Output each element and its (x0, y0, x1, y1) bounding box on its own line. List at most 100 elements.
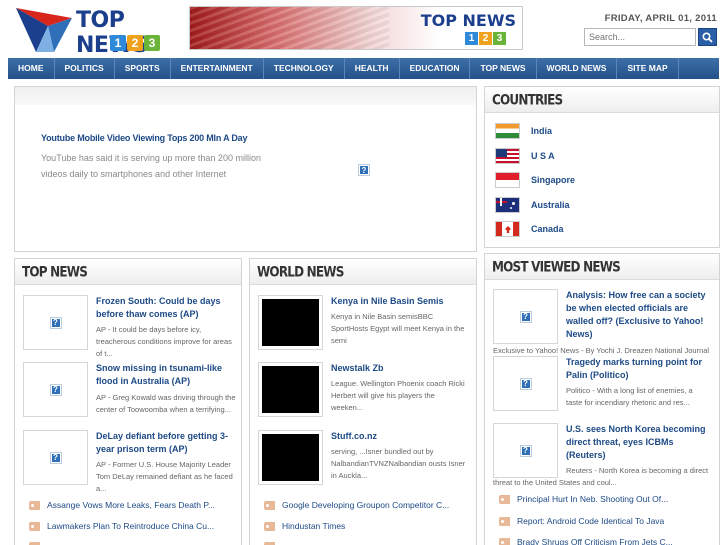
banner-digits: 1 2 3 (465, 32, 506, 45)
logo-digit: 2 (127, 35, 143, 51)
nav-education[interactable]: EDUCATION (400, 58, 471, 79)
story-thumbnail[interactable]: ? (23, 430, 88, 485)
story-title[interactable]: Stuff.co.nz (331, 430, 471, 443)
top-news-panel: TOP NEWS ? Frozen South: Could be days b… (14, 258, 242, 545)
country-australia[interactable]: Australia (495, 197, 570, 213)
story-desc: serving, ...Isner bundled out by Nalband… (331, 447, 466, 480)
news-link[interactable]: Principal Hurt In Neb. Shooting Out Of..… (499, 494, 668, 504)
story-desc: Reuters - North Korea is becoming a dire… (493, 466, 709, 487)
most-viewed-panel: MOST VIEWED NEWS ? Analysis: How free ca… (484, 253, 720, 545)
header-banner[interactable]: TOP NEWS 1 2 3 (189, 6, 523, 50)
news-link-text: Assange Vows More Leaks, Fears Death P..… (47, 500, 216, 510)
nav-home[interactable]: HOME (8, 58, 55, 79)
most-viewed-title: MOST VIEWED NEWS (492, 258, 621, 276)
news-link-text: Google Developing Groupon Competitor C..… (282, 500, 450, 510)
tag-icon (264, 521, 275, 531)
story-thumbnail[interactable] (258, 362, 323, 417)
news-link[interactable]: Google Developing Groupon Competitor C..… (264, 500, 449, 510)
current-date: FRIDAY, APRIL 01, 2011 (604, 13, 717, 24)
tag-icon (499, 516, 510, 526)
country-singapore[interactable]: Singapore (495, 172, 575, 188)
story-title[interactable]: DeLay defiant before getting 3-year pris… (96, 430, 236, 456)
placeholder-image-icon: ? (519, 310, 532, 323)
country-label: Canada (531, 224, 564, 234)
banner-digit: 2 (479, 32, 492, 45)
search-button[interactable] (698, 28, 717, 46)
country-india[interactable]: India (495, 123, 552, 139)
story-thumbnail[interactable] (258, 295, 323, 350)
placeholder-image-icon[interactable]: ? (358, 164, 370, 176)
banner-title: TOP NEWS (420, 11, 516, 30)
world-news-title: WORLD NEWS (257, 263, 344, 281)
story-title[interactable]: Snow missing in tsunami-like flood in Au… (96, 362, 236, 388)
logo-digits: 1 2 3 (110, 35, 160, 51)
news-link[interactable]: Report: Android Code Identical To Java (499, 516, 664, 526)
featured-story-text: YouTube has said it is serving up more t… (41, 153, 261, 179)
featured-story-title[interactable]: Youtube Mobile Video Viewing Tops 200 Ml… (41, 133, 248, 143)
main-nav: HOME POLITICS SPORTS ENTERTAINMENT TECHN… (8, 58, 719, 79)
country-canada[interactable]: Canada (495, 221, 564, 237)
news-link-text: Hindustan Times (282, 521, 346, 531)
tag-icon (499, 494, 510, 504)
india-flag-icon (495, 123, 520, 139)
placeholder-image-icon: ? (49, 383, 62, 396)
country-label: Singapore (531, 175, 576, 185)
banner-digit: 1 (465, 32, 478, 45)
news-link[interactable]: Brady Shrugs Off Criticism From Jets C..… (499, 537, 673, 545)
most-viewed-header: MOST VIEWED NEWS (485, 254, 719, 280)
nav-sports[interactable]: SPORTS (115, 58, 171, 79)
news-link[interactable]: Assange Vows More Leaks, Fears Death P..… (29, 500, 215, 510)
thumbnail-image (262, 366, 319, 413)
nav-site-map[interactable]: SITE MAP (617, 58, 679, 79)
banner-digit: 3 (493, 32, 506, 45)
story-thumbnail[interactable]: ? (493, 289, 558, 344)
story-desc: Politico - With a long list of enemies, … (566, 386, 693, 407)
tag-icon (499, 537, 510, 545)
story-desc: AP - Greg Kowald was driving through the… (96, 393, 236, 414)
countries-panel: COUNTRIES India U S A Singapore Australi… (484, 86, 720, 248)
story-title[interactable]: Analysis: How free can a society be when… (566, 289, 711, 341)
country-label: U S A (531, 151, 555, 161)
placeholder-image-icon: ? (519, 444, 532, 457)
story-desc: AP - It could be days before icy, treach… (96, 325, 232, 358)
feature-header-strip (15, 87, 476, 105)
tag-icon (29, 521, 40, 531)
country-label: Australia (531, 200, 570, 210)
nav-health[interactable]: HEALTH (345, 58, 400, 79)
tag-icon (29, 500, 40, 510)
story-thumbnail[interactable] (258, 430, 323, 485)
news-link-text: Principal Hurt In Neb. Shooting Out Of..… (517, 494, 669, 504)
news-link-text: Brady Shrugs Off Criticism From Jets C..… (517, 537, 673, 545)
story-thumbnail[interactable]: ? (493, 356, 558, 411)
story-title[interactable]: Newstalk Zb (331, 362, 471, 375)
country-usa[interactable]: U S A (495, 148, 555, 164)
logo-digit: 3 (144, 35, 160, 51)
site-logo[interactable]: TOP NEWS 1 2 3 (14, 4, 164, 58)
nav-politics[interactable]: POLITICS (55, 58, 115, 79)
story-title[interactable]: U.S. sees North Korea becoming direct th… (566, 423, 711, 462)
story-title[interactable]: Frozen South: Could be days before thaw … (96, 295, 236, 321)
nav-entertainment[interactable]: ENTERTAINMENT (171, 58, 264, 79)
nav-top-news[interactable]: TOP NEWS (470, 58, 537, 79)
placeholder-image-icon: ? (49, 451, 62, 464)
story-desc: League. Wellington Phoenix coach Ricki H… (331, 379, 465, 412)
news-link-text: Report: Android Code Identical To Java (517, 516, 665, 526)
news-link[interactable]: Lawmakers Plan To Reintroduce China Cu..… (29, 521, 214, 531)
search-input[interactable] (584, 28, 696, 46)
story-desc: AP - Former U.S. House Majority Leader T… (96, 460, 233, 493)
nav-world-news[interactable]: WORLD NEWS (537, 58, 618, 79)
featured-story: Youtube Mobile Video Viewing Tops 200 Ml… (14, 86, 477, 252)
tag-icon (264, 500, 275, 510)
search-icon (702, 31, 713, 43)
story-thumbnail[interactable]: ? (23, 362, 88, 417)
news-link[interactable]: Hindustan Times (264, 521, 345, 531)
story-thumbnail[interactable]: ? (23, 295, 88, 350)
placeholder-image-icon: ? (519, 377, 532, 390)
logo-digit: 1 (110, 35, 126, 51)
nav-technology[interactable]: TECHNOLOGY (264, 58, 345, 79)
placeholder-image-icon: ? (49, 316, 62, 329)
story-title[interactable]: Tragedy marks turning point for Palin (P… (566, 356, 711, 382)
story-title[interactable]: Kenya in Nile Basin Semis (331, 295, 471, 308)
news-link-text: Lawmakers Plan To Reintroduce China Cu..… (47, 521, 215, 531)
thumbnail-image (262, 434, 319, 481)
